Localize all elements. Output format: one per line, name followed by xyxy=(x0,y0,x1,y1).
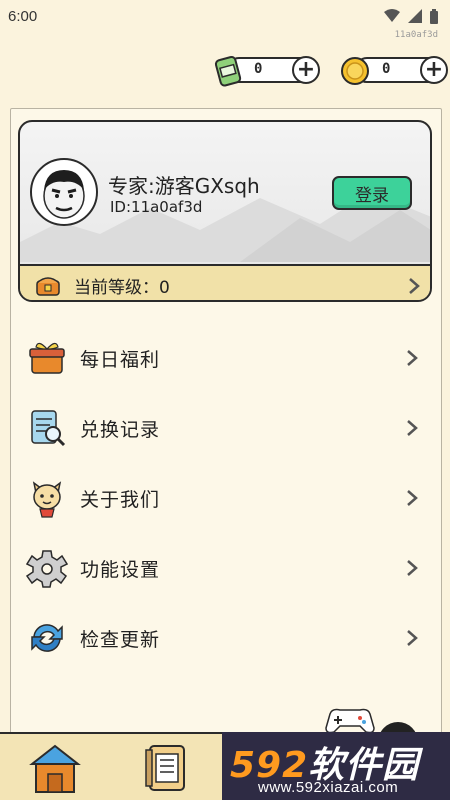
menu-label: 关于我们 xyxy=(80,488,161,511)
chevron-right-icon xyxy=(407,420,418,436)
house-icon[interactable] xyxy=(28,740,82,796)
chevron-right-icon xyxy=(409,278,420,294)
menu-item-exchange-record[interactable]: 兑换记录 xyxy=(26,400,426,456)
signal-icon xyxy=(408,9,422,23)
avatar[interactable] xyxy=(30,158,98,226)
menu-label: 检查更新 xyxy=(80,628,161,651)
menu-label: 兑换记录 xyxy=(80,418,161,441)
cash-value: 0 xyxy=(254,61,263,77)
menu-label: 功能设置 xyxy=(80,558,161,581)
menu-item-daily-welfare[interactable]: 每日福利 xyxy=(26,330,426,386)
menu-item-about-us[interactable]: 关于我们 xyxy=(26,470,426,526)
gift-icon xyxy=(29,342,65,374)
level-bar[interactable]: 当前等级：0 xyxy=(20,264,430,300)
menu-item-check-update[interactable]: 检查更新 xyxy=(26,610,426,666)
watermark-url: www.592xiazai.com xyxy=(258,779,399,796)
device-id: 11a0af3d xyxy=(394,30,438,40)
cash-can-icon xyxy=(214,56,242,87)
coin-balance: 0 + xyxy=(340,56,448,85)
status-time: 6:00 xyxy=(8,7,38,25)
watermark-banner: 592软件园 www.592xiazai.com xyxy=(222,732,450,800)
notebook-icon[interactable] xyxy=(142,740,192,796)
battery-icon xyxy=(430,8,438,24)
profile-card: 专家:游客GXsqh ID:11a0af3d 登录 当前等级：0 xyxy=(18,120,432,302)
status-icons xyxy=(384,8,438,24)
record-search-icon xyxy=(31,410,66,447)
add-cash-button[interactable]: + xyxy=(292,56,320,84)
gear-icon xyxy=(26,550,68,588)
cash-balance: 0 + xyxy=(212,56,320,87)
chevron-right-icon xyxy=(407,630,418,646)
chevron-right-icon xyxy=(407,490,418,506)
refresh-icon xyxy=(31,624,63,652)
chevron-right-icon xyxy=(407,350,418,366)
login-button[interactable]: 登录 xyxy=(332,176,412,210)
avatar-face-icon xyxy=(43,170,85,219)
mascot-icon xyxy=(32,481,62,518)
status-bar: 6:00 xyxy=(0,0,450,32)
add-coin-button[interactable]: + xyxy=(420,56,448,84)
user-id: ID:11a0af3d xyxy=(110,198,203,216)
wifi-icon xyxy=(384,9,400,22)
chevron-right-icon xyxy=(407,560,418,576)
nickname: 专家:游客GXsqh xyxy=(108,174,260,198)
menu-label: 每日福利 xyxy=(80,348,161,371)
treasure-chest-icon xyxy=(36,277,60,296)
coin-value: 0 xyxy=(382,61,391,77)
level-label: 当前等级：0 xyxy=(74,277,170,298)
menu-item-settings[interactable]: 功能设置 xyxy=(26,540,426,596)
gold-coin-icon xyxy=(341,57,369,85)
